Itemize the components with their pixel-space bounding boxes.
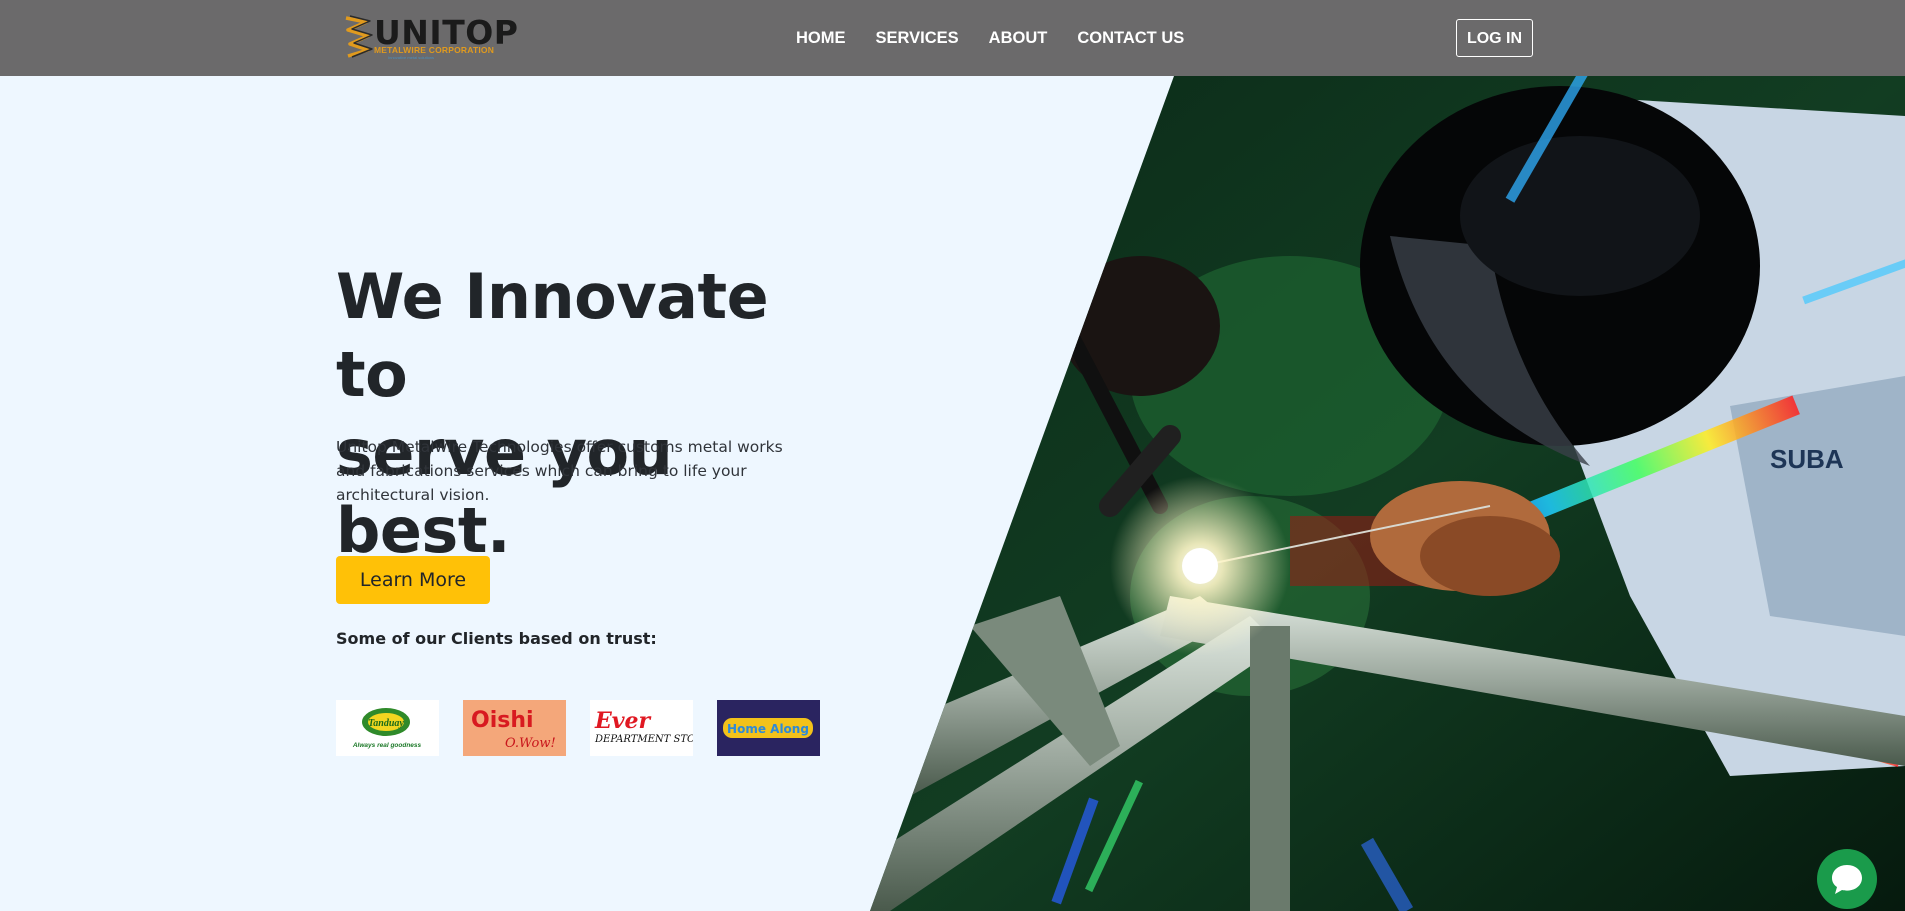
navbar: UNITOP METALWIRE CORPORATION Innovative … xyxy=(0,0,1905,76)
login-button[interactable]: LOG IN xyxy=(1456,19,1533,57)
chat-bubble-icon xyxy=(1832,865,1862,894)
client-logo-ever-tagline: DEPARTMENT STORE in Style xyxy=(594,734,693,745)
logo-subtitle: METALWIRE CORPORATION xyxy=(374,45,495,55)
nav-link-services[interactable]: SERVICES xyxy=(876,26,959,50)
clients-heading: Some of our Clients based on trust: xyxy=(336,629,657,648)
client-logo-tanduay-tagline: Always real goodness xyxy=(352,742,422,749)
learn-more-button[interactable]: Learn More xyxy=(336,556,490,604)
client-logo-oishi-tagline: O.Wow! xyxy=(505,736,556,751)
nav-link-about[interactable]: ABOUT xyxy=(989,26,1048,50)
chat-widget-button[interactable] xyxy=(1817,849,1877,909)
main-nav: HOME SERVICES ABOUT CONTACT US xyxy=(796,26,1214,50)
client-logo-home-along-name: Home Along xyxy=(727,722,809,736)
zigzag-wire-icon xyxy=(345,15,373,58)
hero-heading-line1: We Innovate to xyxy=(336,260,769,411)
client-logo-home-along: Home Along xyxy=(717,700,820,756)
logo-tagline: Innovative metal solutions xyxy=(388,55,435,60)
client-logo-ever: Ever DEPARTMENT STORE in Style xyxy=(590,700,693,756)
shirt-print-text: SUBA xyxy=(1770,444,1844,474)
site-logo[interactable]: UNITOP METALWIRE CORPORATION Innovative … xyxy=(340,14,518,60)
hero-welding-photo: SUBA xyxy=(870,76,1905,911)
client-logo-oishi: Oishi O.Wow! xyxy=(463,700,566,756)
client-logo-tanduay: Tanduay Always real goodness xyxy=(336,700,439,756)
client-logo-tanduay-name: Tanduay xyxy=(368,718,404,729)
client-logo-ever-name: Ever xyxy=(594,708,652,734)
nav-link-home[interactable]: HOME xyxy=(796,26,846,50)
hero-heading: We Innovate to serve you best. xyxy=(336,258,856,570)
client-logo-oishi-name: Oishi xyxy=(471,708,534,733)
hero-description: Unitop Metalwire Technologies offer cust… xyxy=(336,438,783,504)
nav-link-contact[interactable]: CONTACT US xyxy=(1077,26,1184,50)
